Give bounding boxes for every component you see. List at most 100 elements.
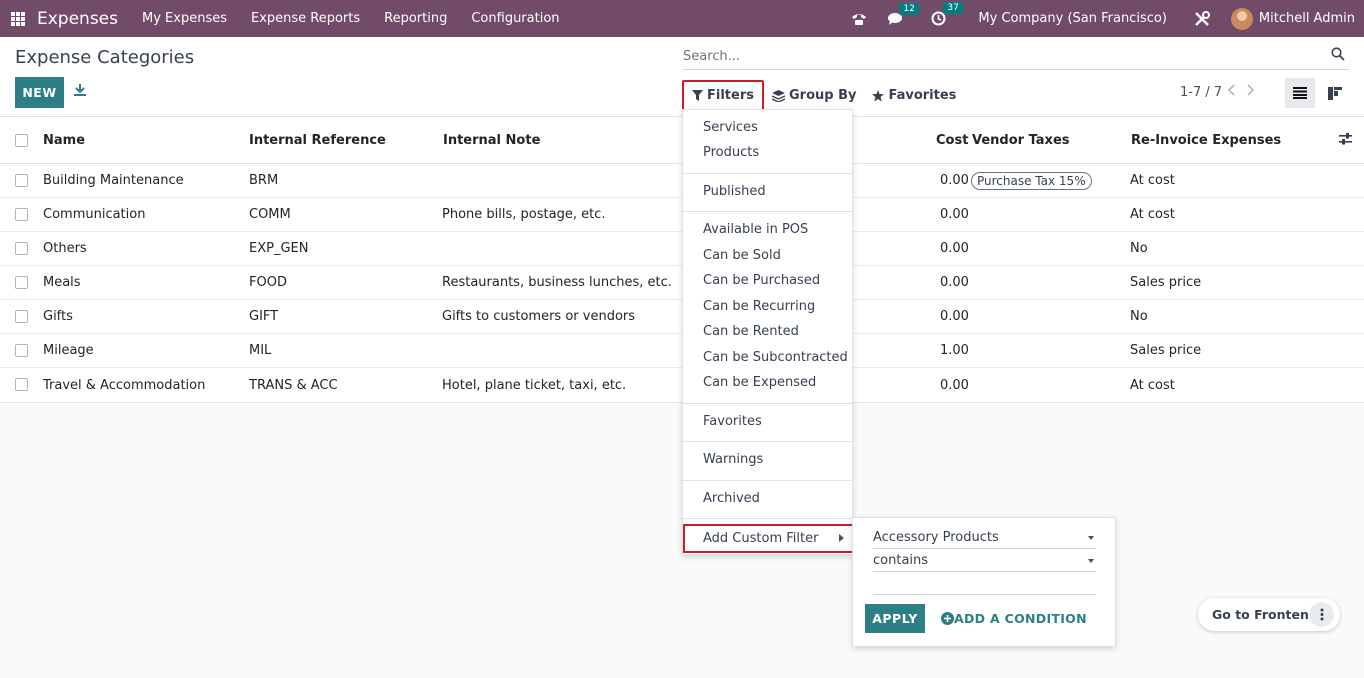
filter-divider	[683, 173, 852, 174]
row-reinvoice: No	[1130, 309, 1148, 324]
col-cost[interactable]: Cost	[936, 117, 968, 163]
new-button[interactable]: NEW	[15, 77, 64, 108]
search-icon[interactable]	[1331, 47, 1345, 65]
phone-icon[interactable]	[851, 12, 867, 26]
chevron-right-icon[interactable]	[1246, 84, 1255, 100]
filters-button[interactable]: Filters	[682, 80, 764, 111]
chevron-left-icon[interactable]	[1227, 84, 1236, 100]
messages-badge: 12	[899, 2, 919, 15]
filter-divider	[683, 403, 852, 404]
kebab-menu-icon[interactable]	[1309, 602, 1334, 627]
row-reinvoice: Sales price	[1130, 275, 1202, 290]
col-internal-reference[interactable]: Internal Reference	[249, 117, 386, 163]
field-select-value: Accessory Products	[873, 530, 999, 545]
filter-icon	[692, 90, 703, 101]
apps-menu-icon[interactable]	[11, 11, 25, 26]
row-checkbox[interactable]	[15, 208, 28, 221]
row-reinvoice: Sales price	[1130, 343, 1202, 358]
operator-select[interactable]: contains	[873, 550, 1096, 572]
select-all-checkbox[interactable]	[15, 134, 28, 147]
filter-services[interactable]: Services	[703, 120, 758, 135]
filter-archived[interactable]: Archived	[703, 491, 760, 506]
row-checkbox[interactable]	[15, 310, 28, 323]
row-ref: EXP_GEN	[249, 241, 309, 256]
app-brand[interactable]: Expenses	[37, 9, 118, 29]
layers-icon	[771, 89, 785, 102]
row-note: Restaurants, business lunches, etc.	[442, 275, 672, 290]
col-reinvoice[interactable]: Re-Invoice Expenses	[1131, 117, 1281, 163]
groupby-button[interactable]: Group By	[764, 80, 864, 111]
filter-products[interactable]: Products	[703, 145, 759, 160]
kanban-icon	[1328, 86, 1342, 100]
activities-icon[interactable]: 37	[931, 2, 963, 26]
row-cost: 0.00	[940, 377, 969, 393]
list-view-button[interactable]	[1285, 78, 1315, 108]
menu-reporting[interactable]: Reporting	[384, 11, 447, 26]
add-custom-filter-label: Add Custom Filter	[703, 531, 819, 546]
tax-badge: Purchase Tax 15%	[971, 171, 1092, 190]
add-condition-button[interactable]: ADD A CONDITION	[941, 611, 1087, 626]
menu-expense-reports[interactable]: Expense Reports	[251, 11, 360, 26]
col-name[interactable]: Name	[43, 117, 85, 163]
go-to-frontend-button[interactable]: Go to Frontend	[1198, 598, 1340, 631]
pager-value[interactable]: 1-7 / 7	[1180, 85, 1222, 100]
row-name: Building Maintenance	[43, 173, 184, 188]
col-vendor-taxes[interactable]: Vendor Taxes	[972, 117, 1070, 163]
groupby-label: Group By	[788, 88, 857, 103]
row-ref: GIFT	[249, 309, 279, 324]
filter-can-be-purchased[interactable]: Can be Purchased	[703, 273, 820, 288]
filter-divider	[683, 480, 852, 481]
row-reinvoice: At cost	[1130, 173, 1175, 188]
filter-available-in-pos[interactable]: Available in POS	[703, 222, 808, 237]
row-cost: 0.00	[940, 241, 969, 256]
field-select[interactable]: Accessory Products	[873, 527, 1096, 549]
col-internal-note[interactable]: Internal Note	[443, 117, 540, 163]
row-checkbox[interactable]	[15, 378, 28, 391]
add-custom-filter-item[interactable]: Add Custom Filter	[683, 524, 854, 553]
row-cost: 0.00	[940, 207, 969, 222]
messages-icon[interactable]: 12	[887, 2, 919, 26]
filter-can-be-expensed[interactable]: Can be Expensed	[703, 375, 816, 390]
go-to-frontend-label: Go to Frontend	[1212, 607, 1318, 622]
filters-label: Filters	[707, 88, 754, 103]
menu-configuration[interactable]: Configuration	[471, 11, 559, 26]
row-name: Gifts	[43, 309, 73, 324]
kanban-view-button[interactable]	[1320, 78, 1350, 108]
download-icon[interactable]	[73, 83, 87, 101]
apply-button[interactable]: APPLY	[865, 604, 925, 633]
menu-my-expenses[interactable]: My Expenses	[142, 11, 227, 26]
row-reinvoice: At cost	[1130, 377, 1175, 393]
favorites-label: Favorites	[888, 88, 957, 103]
user-menu[interactable]: Mitchell Admin	[1259, 11, 1355, 26]
row-checkbox[interactable]	[15, 242, 28, 255]
value-input[interactable]	[873, 573, 1096, 595]
debug-tools-icon[interactable]	[1193, 10, 1211, 28]
filter-can-be-sold[interactable]: Can be Sold	[703, 248, 781, 263]
search-input[interactable]	[683, 45, 1303, 67]
plus-circle-icon	[941, 612, 954, 625]
filter-divider	[683, 441, 852, 442]
row-cost: 0.00	[940, 309, 969, 324]
row-checkbox[interactable]	[15, 174, 28, 187]
filter-can-be-subcontracted[interactable]: Can be Subcontracted	[703, 350, 848, 365]
page-title: Expense Categories	[15, 47, 195, 68]
filter-published[interactable]: Published	[703, 184, 766, 199]
filter-can-be-recurring[interactable]: Can be Recurring	[703, 299, 815, 314]
filter-warnings[interactable]: Warnings	[703, 452, 763, 467]
control-panel: Expense Categories NEW Filters Group By …	[0, 37, 1364, 117]
company-switcher[interactable]: My Company (San Francisco)	[978, 11, 1166, 26]
row-cost: 0.00	[940, 275, 969, 290]
row-checkbox[interactable]	[15, 344, 28, 357]
filter-favorites[interactable]: Favorites	[703, 414, 762, 429]
user-avatar[interactable]	[1230, 7, 1253, 30]
row-name: Travel & Accommodation	[43, 377, 206, 393]
row-checkbox[interactable]	[15, 276, 28, 289]
row-tax: Purchase Tax 15%	[971, 164, 1092, 197]
row-reinvoice: At cost	[1130, 207, 1175, 222]
filter-can-be-rented[interactable]: Can be Rented	[703, 324, 799, 339]
favorites-button[interactable]: Favorites	[864, 80, 964, 111]
row-name: Others	[43, 241, 87, 256]
filter-bar: Filters Group By Favorites	[682, 80, 964, 111]
search-bar	[683, 45, 1349, 70]
optional-columns-icon[interactable]	[1339, 133, 1352, 149]
